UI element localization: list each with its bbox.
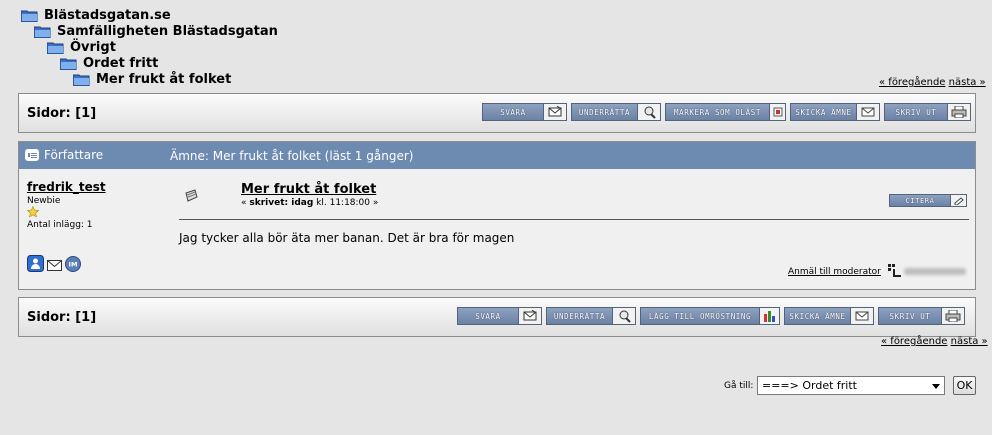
reply-button[interactable]: SVARA	[482, 103, 567, 121]
personal-message-icon[interactable]: IM	[65, 255, 81, 276]
folder-icon	[73, 74, 90, 86]
jump-to-select[interactable]: ===> Ordet fritt	[757, 376, 945, 395]
email-icon[interactable]	[47, 256, 62, 275]
breadcrumb-item-category[interactable]: Övrigt	[47, 40, 116, 55]
pages-value[interactable]: [1]	[75, 106, 96, 121]
rank-star-icon	[27, 206, 39, 218]
magnifier-icon	[637, 104, 660, 120]
notify-button[interactable]: UNDERRÄTTA	[546, 307, 636, 325]
poll-chart-icon	[759, 308, 779, 324]
reply-icon	[543, 104, 566, 120]
pages-indicator: Sidor: [1]	[27, 106, 96, 121]
top-page-bar: Sidor: [1] SVARA UNDERRÄTTA MARKERA SOM …	[18, 93, 976, 133]
breadcrumb-label[interactable]: Samfälligheten Blästadsgatan	[57, 24, 278, 39]
author-username[interactable]: fredrik_test	[27, 180, 106, 194]
post-title[interactable]: Mer frukt åt folket	[241, 182, 376, 197]
magnifier-icon	[612, 308, 635, 324]
pages-value[interactable]: [1]	[75, 310, 96, 325]
next-topic-link[interactable]: nästa »	[951, 336, 988, 347]
envelope-icon	[856, 104, 879, 120]
svg-text:IM: IM	[69, 260, 78, 268]
bottom-button-row: SVARA UNDERRÄTTA LÄGG TILL OMRÖSTNING SK…	[457, 307, 965, 325]
post-container: Författare Ämne: Mer frukt åt folket (lä…	[18, 141, 976, 290]
breadcrumb-item-site[interactable]: Blästadsgatan.se	[21, 8, 171, 23]
previous-topic-link[interactable]: « föregående	[879, 77, 945, 88]
print-button[interactable]: SKRIV UT	[884, 103, 971, 121]
send-topic-button[interactable]: SKICKA ÄMNE	[784, 307, 874, 325]
ip-logged-icon	[887, 262, 903, 281]
top-button-row: SVARA UNDERRÄTTA MARKERA SOM OLÄST SKICK…	[482, 103, 971, 121]
pages-label: Sidor:	[27, 310, 71, 325]
reply-button-label: SVARA	[458, 308, 518, 324]
notify-button[interactable]: UNDERRÄTTA	[571, 103, 661, 121]
pages-indicator: Sidor: [1]	[27, 310, 96, 325]
topic-nav-top: « föregående nästa »	[879, 77, 986, 88]
ip-address-redacted	[904, 268, 966, 275]
next-topic-link[interactable]: nästa »	[949, 77, 986, 88]
reply-icon	[518, 308, 541, 324]
send-topic-button[interactable]: SKICKA ÄMNE	[790, 103, 880, 121]
quote-icon	[950, 195, 966, 206]
print-button[interactable]: SKRIV UT	[878, 307, 965, 325]
post-separator	[179, 219, 969, 220]
jump-to-selected: ===> Ordet fritt	[762, 379, 857, 392]
breadcrumb-item-forum[interactable]: Ordet fritt	[60, 56, 158, 71]
breadcrumb-item-board[interactable]: Samfälligheten Blästadsgatan	[34, 24, 278, 39]
author-card-icon	[25, 149, 39, 161]
add-poll-button[interactable]: LÄGG TILL OMRÖSTNING	[640, 307, 780, 325]
add-poll-button-label: LÄGG TILL OMRÖSTNING	[641, 308, 759, 324]
subject-header: Ämne: Mer frukt åt folket (läst 1 gånger…	[170, 149, 414, 163]
folder-icon	[60, 58, 77, 70]
message-icon	[183, 188, 199, 208]
report-to-moderator-link[interactable]: Anmäl till moderator	[788, 267, 881, 277]
notify-button-label: UNDERRÄTTA	[547, 308, 612, 324]
profile-icon[interactable]	[27, 255, 44, 276]
printer-icon	[947, 104, 970, 120]
notify-button-label: UNDERRÄTTA	[572, 104, 637, 120]
breadcrumb-label[interactable]: Mer frukt åt folket	[96, 72, 231, 87]
folder-icon	[47, 42, 64, 54]
author-header-label: Författare	[44, 148, 104, 162]
pages-label: Sidor:	[27, 106, 71, 121]
ok-button[interactable]: OK	[953, 376, 976, 395]
print-button-label: SKRIV UT	[879, 308, 941, 324]
previous-topic-link[interactable]: « föregående	[881, 336, 947, 347]
breadcrumb-label[interactable]: Övrigt	[70, 40, 116, 55]
post-header: Författare Ämne: Mer frukt åt folket (lä…	[19, 142, 975, 169]
bottom-page-bar: Sidor: [1] SVARA UNDERRÄTTA LÄGG TILL OM…	[18, 297, 976, 337]
printer-icon	[941, 308, 964, 324]
reply-button-label: SVARA	[483, 104, 543, 120]
post-meta-written: skrivet: idag	[249, 198, 314, 208]
envelope-icon	[850, 308, 873, 324]
print-button-label: SKRIV UT	[885, 104, 947, 120]
send-topic-button-label: SKICKA ÄMNE	[791, 104, 856, 120]
reply-button[interactable]: SVARA	[457, 307, 542, 325]
jump-to-label: Gå till:	[724, 381, 754, 391]
breadcrumb-label[interactable]: Blästadsgatan.se	[44, 8, 171, 23]
mark-unread-button[interactable]: MARKERA SOM OLÄST	[665, 103, 786, 121]
folder-icon	[21, 10, 38, 22]
mark-unread-icon	[769, 104, 785, 120]
breadcrumb-item-topic[interactable]: Mer frukt åt folket	[73, 72, 231, 87]
quote-button-label: CITERA	[890, 195, 950, 206]
author-post-count: Antal inlägg: 1	[27, 220, 93, 230]
chevron-down-icon	[932, 384, 940, 389]
send-topic-button-label: SKICKA ÄMNE	[785, 308, 850, 324]
breadcrumb-label[interactable]: Ordet fritt	[83, 56, 158, 71]
folder-icon	[34, 26, 51, 38]
mark-unread-button-label: MARKERA SOM OLÄST	[666, 104, 769, 120]
topic-nav-bottom: « föregående nästa »	[881, 336, 988, 347]
post-body: Jag tycker alla bör äta mer banan. Det ä…	[179, 231, 515, 245]
post-meta-time: kl. 11:18:00 »	[313, 198, 379, 208]
author-contact-icons: IM	[27, 255, 81, 276]
author-rank: Newbie	[27, 196, 61, 206]
post-meta: « skrivet: idag kl. 11:18:00 »	[241, 198, 378, 208]
quote-button[interactable]: CITERA	[889, 194, 967, 207]
author-column-header: Författare	[25, 148, 103, 162]
